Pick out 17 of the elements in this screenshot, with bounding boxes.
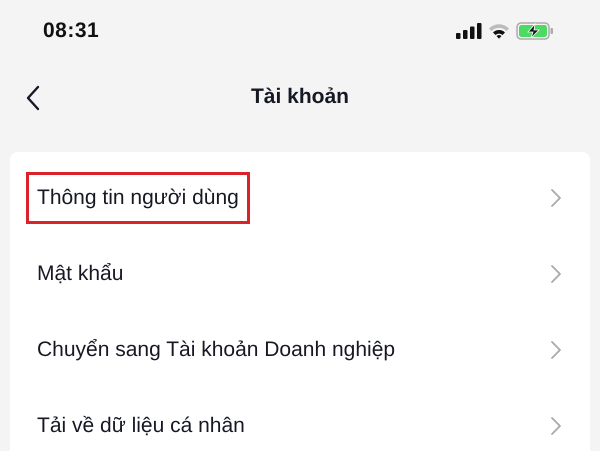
chevron-right-icon [550, 340, 562, 360]
item-label: Mật khẩu [36, 261, 124, 287]
status-time: 08:31 [43, 19, 100, 43]
page-title: Tài khoản [250, 85, 350, 109]
chevron-right-icon [550, 264, 562, 284]
item-label: Chuyển sang Tài khoản Doanh nghiệp [36, 337, 396, 363]
highlighted-label: Thông tin người dùng [26, 172, 250, 224]
chevron-right-icon [550, 416, 562, 436]
wifi-icon [488, 23, 510, 39]
item-label: Tải về dữ liệu cá nhân [36, 413, 246, 439]
settings-item[interactable]: Chuyển sang Tài khoản Doanh nghiệp [10, 312, 590, 388]
settings-item[interactable]: Thông tin người dùng [10, 160, 590, 236]
battery-charging-icon [516, 22, 554, 40]
settings-item[interactable]: Mật khẩu [10, 236, 590, 312]
signal-icon [456, 23, 482, 39]
chevron-right-icon [550, 188, 562, 208]
settings-item[interactable]: Tải về dữ liệu cá nhân [10, 388, 590, 451]
